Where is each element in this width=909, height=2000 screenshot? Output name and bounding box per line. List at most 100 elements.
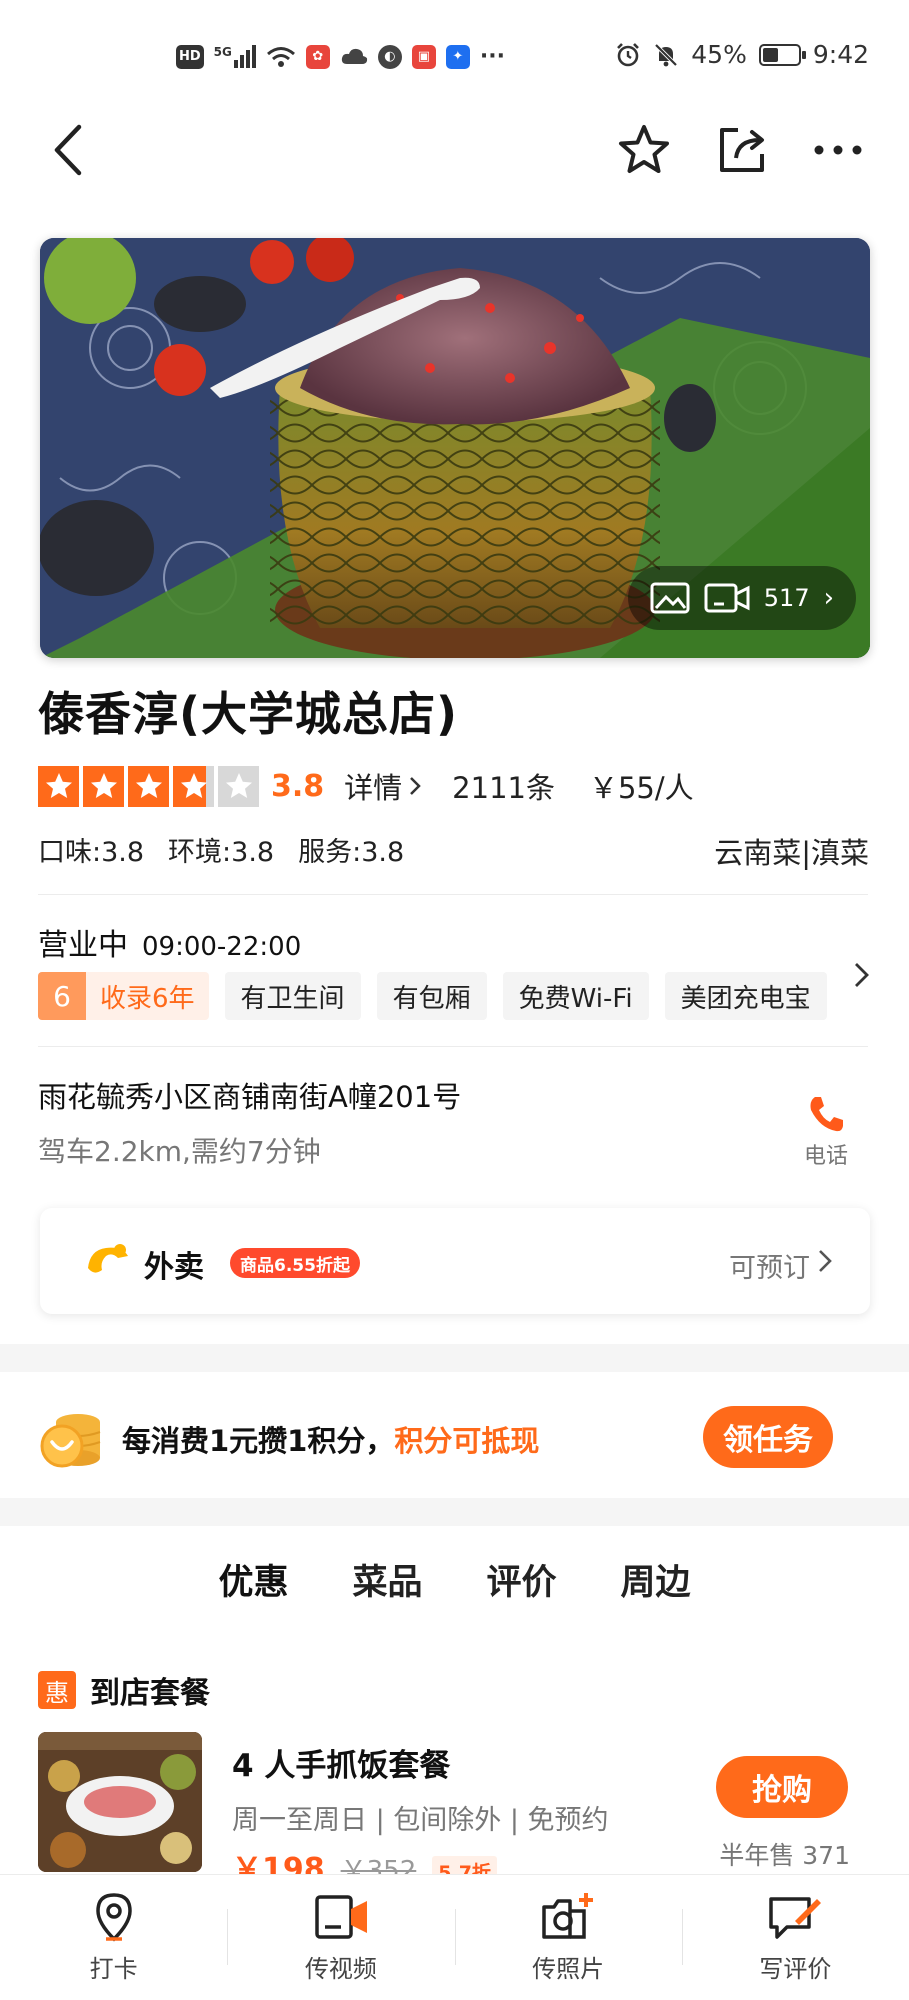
back-arrow-icon[interactable] xyxy=(38,120,98,180)
tag-free-wifi: 免费Wi-Fi xyxy=(502,972,649,1020)
tag-power-bank: 美团充电宝 xyxy=(664,972,827,1020)
tab-reviews[interactable]: 评价 xyxy=(487,1554,557,1615)
deal-description: 周一至周日 | 包间除外 | 免预约 xyxy=(232,1805,609,1836)
buy-button[interactable]: 抢购 xyxy=(716,1756,848,1818)
checkin-label: 打卡 xyxy=(89,1955,138,1983)
write-review-label: 写评价 xyxy=(759,1955,832,1983)
service-score: 服务:3.8 xyxy=(298,837,405,868)
camera-upload-icon xyxy=(542,1893,594,1939)
environment-score: 环境:3.8 xyxy=(168,837,275,868)
details-label: 详情 xyxy=(344,771,403,805)
points-text: 每消费1元攒1积分，积分可抵现 xyxy=(122,1418,539,1460)
upload-photo-label: 传照片 xyxy=(532,1955,605,1983)
battery-percent: 45% xyxy=(691,40,747,69)
rating-row: 3.8 详情 2111条 ￥55/人 xyxy=(38,762,694,810)
tab-nearby[interactable]: 周边 xyxy=(621,1554,691,1615)
delivery-card[interactable]: 外卖 商品6.55折起 可预订 xyxy=(40,1208,870,1314)
facility-tags[interactable]: 6 收录6年 有卫生间 有包厢 免费Wi-Fi 美团充电宝 xyxy=(38,972,827,1020)
avg-price: ￥55/人 xyxy=(588,771,694,805)
rating-star xyxy=(218,765,259,807)
section-gap xyxy=(0,1344,909,1372)
hd-icon: HD xyxy=(176,44,204,69)
location-pin-icon xyxy=(95,1893,132,1942)
more-notifications-icon: ··· xyxy=(479,44,505,69)
upload-video-button[interactable]: 传视频 xyxy=(227,1875,454,2000)
sub-scores: 口味:3.8 环境:3.8 服务:3.8 xyxy=(38,830,404,869)
more-options-icon[interactable] xyxy=(808,120,868,180)
write-review-icon xyxy=(769,1897,822,1939)
deals-section-header: 惠 到店套餐 xyxy=(38,1668,210,1712)
chevron-right-icon[interactable] xyxy=(851,958,873,992)
rating-star xyxy=(38,765,79,807)
browser-icon: ◐ xyxy=(377,44,402,69)
shop-name: 傣香淳(大学城总店) xyxy=(38,687,459,741)
video-icon xyxy=(704,583,750,613)
shop-hero-photo[interactable]: 517 › xyxy=(40,238,870,658)
deal-name: 4 人手抓饭套餐 xyxy=(232,1748,451,1784)
status-icons-right: 45% 9:42 xyxy=(615,40,869,69)
listed-years-tag: 6 收录6年 xyxy=(38,972,209,1020)
chevron-right-icon xyxy=(410,777,421,795)
image-icon xyxy=(650,582,690,614)
shop-address[interactable]: 雨花毓秀小区商铺南街A幢201号 xyxy=(38,1074,461,1116)
bottom-action-bar: 打卡 传视频 传照片 写评价 xyxy=(0,1874,909,2000)
chevron-right-icon: › xyxy=(823,583,834,613)
deals-section-title: 到店套餐 xyxy=(90,1676,210,1711)
phone-label: 电话 xyxy=(803,1144,848,1169)
tag-restroom: 有卫生间 xyxy=(224,972,361,1020)
star-rating xyxy=(38,765,259,807)
checkin-button[interactable]: 打卡 xyxy=(0,1875,227,2000)
drive-distance: 驾车2.2km,需约7分钟 xyxy=(38,1135,321,1168)
content-tabs: 优惠 菜品 评价 周边 xyxy=(0,1554,909,1615)
section-gap xyxy=(0,1498,909,1526)
review-count[interactable]: 2111条 xyxy=(452,765,555,807)
deal-badge: 惠 xyxy=(38,1671,76,1709)
tag-private-room: 有包厢 xyxy=(376,972,487,1020)
chevron-right-icon xyxy=(819,1250,832,1272)
bulb-app-icon: ✦ xyxy=(445,44,470,69)
delivery-title: 外卖 xyxy=(144,1250,204,1285)
deal-thumbnail xyxy=(38,1732,202,1872)
status-icons-left: HD 5G ✿ ◐ ▣ ✦ ··· xyxy=(176,44,505,69)
rating-score: 3.8 xyxy=(271,768,325,804)
points-main-text: 每消费1元攒1积分， xyxy=(122,1424,395,1458)
favorite-star-icon[interactable] xyxy=(614,120,674,180)
delivery-logo-icon xyxy=(88,1244,128,1273)
years-label: 收录6年 xyxy=(100,983,195,1014)
media-count: 517 xyxy=(763,584,810,612)
tab-dishes[interactable]: 菜品 xyxy=(352,1554,422,1615)
rating-star xyxy=(83,765,124,807)
delivery-reserve-label: 可预订 xyxy=(729,1253,810,1284)
tab-deals[interactable]: 优惠 xyxy=(218,1554,289,1615)
get-task-button[interactable]: 领任务 xyxy=(703,1406,833,1468)
call-button[interactable]: 电话 xyxy=(793,1094,859,1170)
mute-bell-icon xyxy=(654,43,678,66)
taste-score: 口味:3.8 xyxy=(38,837,145,868)
rating-star xyxy=(173,765,214,807)
media-gallery-button[interactable]: 517 › xyxy=(627,566,856,630)
app-notification-icon: ✿ xyxy=(305,44,330,69)
years-number: 6 xyxy=(38,972,86,1020)
upload-photo-button[interactable]: 传照片 xyxy=(454,1875,682,2000)
points-banner: 每消费1元攒1积分，积分可抵现 领任务 xyxy=(0,1372,909,1498)
phone-icon xyxy=(810,1097,843,1132)
deal-sold-count: 半年售 371 xyxy=(719,1841,850,1870)
points-highlight-text: 积分可抵现 xyxy=(394,1424,540,1458)
share-icon[interactable] xyxy=(712,120,772,180)
battery-icon xyxy=(758,43,806,66)
upload-video-label: 传视频 xyxy=(304,1955,377,1983)
open-status: 营业中 xyxy=(38,928,128,963)
rating-star xyxy=(128,765,169,807)
coin-stack-icon xyxy=(40,1414,101,1468)
reader-app-icon: ▣ xyxy=(411,44,436,69)
delivery-discount-badge: 商品6.55折起 xyxy=(230,1248,360,1278)
alarm-icon xyxy=(617,42,640,66)
write-review-button[interactable]: 写评价 xyxy=(681,1875,909,2000)
clock-time: 9:42 xyxy=(812,40,869,69)
rating-details-link[interactable]: 详情 xyxy=(344,765,422,807)
wifi-icon xyxy=(266,46,295,67)
deal-item[interactable]: 4 人手抓饭套餐 周一至周日 | 包间除外 | 免预约 ￥198 ￥352 5.… xyxy=(38,1732,870,1887)
business-hours: 营业中 09:00-22:00 xyxy=(38,920,301,964)
cuisine-category: 云南菜|滇菜 xyxy=(714,836,869,870)
divider xyxy=(38,1046,868,1047)
